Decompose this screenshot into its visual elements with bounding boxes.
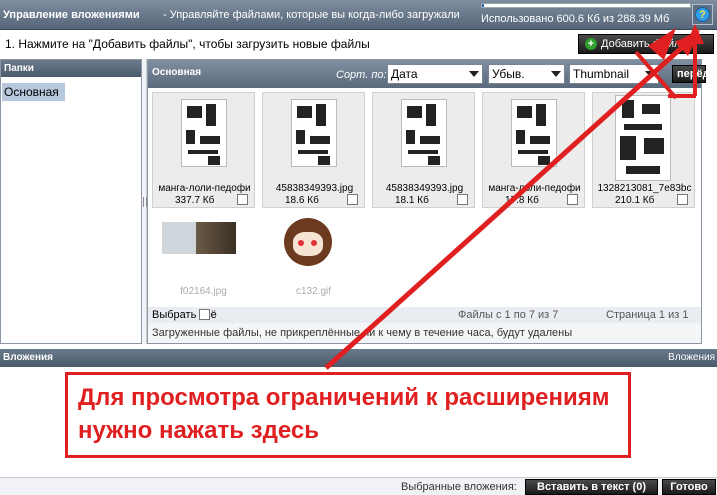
folder-item-main[interactable]: Основная	[2, 83, 65, 101]
file-tile[interactable]: 45838349393.jpg 18.1 Кб	[372, 92, 475, 208]
file-thumbnail	[162, 222, 236, 254]
files-count: Файлы с 1 по 7 из 7	[458, 309, 559, 321]
attachments-heading: Вложения	[3, 352, 53, 363]
file-tile[interactable]: c132.gif	[262, 212, 365, 302]
plus-icon: +	[585, 38, 597, 50]
done-button[interactable]: Готово	[662, 479, 716, 495]
help-button[interactable]: ?	[692, 4, 713, 25]
file-thumbnail	[615, 95, 671, 181]
files-folder-title: Основная	[152, 67, 202, 78]
select-all-checkbox[interactable]	[199, 309, 210, 320]
files-panel: Основная Сорт. по: Дата Убыв. Thumbnail …	[147, 59, 710, 344]
sort-order-select[interactable]: Убыв.	[488, 64, 565, 84]
file-thumbnail	[284, 218, 332, 266]
file-name: 45838349393.jpg	[275, 183, 354, 194]
go-button[interactable]: перёд	[672, 65, 710, 83]
folders-heading: Папки	[1, 60, 141, 77]
sort-label: Сорт. по:	[336, 69, 387, 81]
file-checkbox[interactable]	[677, 194, 688, 205]
file-name: 45838349393.jpg	[385, 183, 464, 194]
upload-instruction: 1. Нажмите на "Добавить файлы", чтобы за…	[5, 37, 370, 51]
file-tile[interactable]: 1328213081_7e83bc 210.1 Кб	[592, 92, 695, 208]
annotation-callout: Для просмотра ограничений к расширениям …	[65, 372, 631, 458]
view-mode-value: Thumbnail	[573, 67, 630, 81]
file-name: c132.gif	[295, 286, 332, 297]
attachments-toggle[interactable]: Вложения	[668, 352, 715, 363]
help-icon: ?	[695, 7, 710, 22]
file-checkbox[interactable]	[237, 194, 248, 205]
chevron-down-icon	[645, 71, 655, 77]
file-name: манга-лоли-педофи	[488, 183, 581, 194]
dialog-titlebar: Управление вложениями - Управляйте файла…	[0, 0, 717, 30]
file-thumbnail	[291, 99, 337, 167]
file-thumbnail	[511, 99, 557, 167]
quota-progress-bar	[481, 3, 691, 8]
file-size: 18.1 Кб	[395, 195, 429, 206]
sort-field-select[interactable]: Дата	[387, 64, 483, 84]
dialog-description: - Управляйте файлами, которые вы когда-л…	[163, 9, 460, 21]
files-toolbar: Основная Сорт. по: Дата Убыв. Thumbnail …	[148, 60, 710, 88]
file-name: манга-лоли-педофи	[158, 183, 251, 194]
add-files-button[interactable]: + Добавить файлы	[578, 34, 714, 54]
file-tile[interactable]: манга-лоли-педофи 337.7 Кб	[152, 92, 255, 208]
unattached-files-notice: Загруженные файлы, не прикреплённые ни к…	[148, 323, 701, 343]
file-size: 17.8 Кб	[505, 195, 539, 206]
file-size: 337.7 Кб	[175, 195, 215, 206]
file-size: 18.6 Кб	[285, 195, 319, 206]
file-tile[interactable]: 45838349393.jpg 18.6 Кб	[262, 92, 365, 208]
file-checkbox[interactable]	[457, 194, 468, 205]
insert-into-text-button[interactable]: Вставить в текст (0)	[525, 479, 658, 495]
chevron-down-icon	[469, 71, 479, 77]
selected-attachments-label: Выбранные вложения:	[401, 481, 517, 493]
view-mode-select[interactable]: Thumbnail	[569, 64, 659, 84]
page-indicator: Страница 1 из 1	[606, 309, 689, 321]
quota-progress-fill	[482, 4, 485, 7]
sort-order-value: Убыв.	[492, 67, 525, 81]
file-size: 210.1 Кб	[615, 195, 655, 206]
sort-field-value: Дата	[391, 67, 418, 81]
folders-panel: Папки Основная	[0, 59, 142, 344]
file-checkbox[interactable]	[347, 194, 358, 205]
quota-text: Использовано 600.6 Кб из 288.39 Мб	[481, 13, 670, 25]
file-tile[interactable]: f02164.jpg	[152, 212, 255, 302]
add-files-label: Добавить файлы	[601, 38, 689, 50]
file-name: 1328213081_7e83bc	[597, 183, 692, 194]
file-tile[interactable]: манга-лоли-педофи 17.8 Кб	[482, 92, 585, 208]
files-status-bar: Выбрать всё Файлы с 1 по 7 из 7 Страница…	[148, 307, 701, 323]
file-thumbnail	[181, 99, 227, 167]
file-thumbnail	[401, 99, 447, 167]
file-checkbox[interactable]	[567, 194, 578, 205]
dialog-title: Управление вложениями	[3, 9, 140, 21]
bottom-action-bar: Выбранные вложения: Вставить в текст (0)…	[0, 477, 717, 495]
attachments-header: Вложения Вложения	[0, 349, 717, 367]
file-name: f02164.jpg	[180, 286, 227, 297]
chevron-down-icon	[551, 71, 561, 77]
